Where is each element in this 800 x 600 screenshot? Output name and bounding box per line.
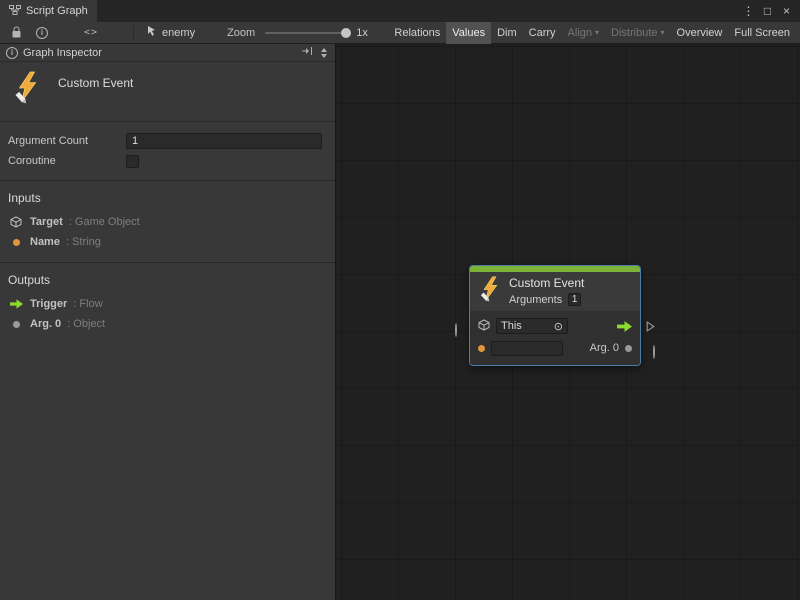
- target-input-port[interactable]: [455, 324, 457, 336]
- maximize-icon[interactable]: □: [760, 4, 775, 18]
- coroutine-checkbox[interactable]: [126, 155, 139, 168]
- custom-event-icon: [478, 276, 502, 306]
- argument-count-row: Argument Count: [0, 131, 335, 151]
- coroutine-row: Coroutine: [0, 151, 335, 171]
- orange-dot: [13, 239, 20, 246]
- chevron-down-icon: ▾: [661, 29, 665, 37]
- outputs-heading: Outputs: [0, 265, 335, 294]
- outputs-section: Outputs Trigger : Flow Arg. 0 : Object: [0, 263, 335, 344]
- flow-arrow-icon: [8, 299, 24, 309]
- node-header-text: Custom Event Arguments 1: [509, 276, 584, 306]
- target-dropdown-value: This: [501, 320, 554, 332]
- relations-button[interactable]: Relations: [388, 22, 446, 44]
- inputs-section: Inputs Target : Game Object Name : Strin…: [0, 181, 335, 262]
- distribute-dropdown-button[interactable]: Distribute ▾: [605, 22, 670, 44]
- io-row-trigger: Trigger : Flow: [0, 294, 335, 314]
- zoom-slider-thumb[interactable]: [341, 28, 351, 38]
- inspector-title: Graph Inspector: [23, 47, 102, 59]
- window-tab-bar: Script Graph ⋮ □ ×: [0, 0, 800, 22]
- code-icon[interactable]: <>: [77, 22, 105, 44]
- close-icon[interactable]: ×: [779, 4, 794, 18]
- argument-count-label: Argument Count: [8, 135, 126, 147]
- object-port-icon[interactable]: [625, 345, 632, 352]
- tab-script-graph[interactable]: Script Graph: [0, 0, 97, 22]
- dock-icon[interactable]: [301, 46, 314, 59]
- cube-icon: [478, 319, 490, 334]
- window-controls: ⋮ □ ×: [741, 0, 800, 22]
- chevron-down-icon: ▾: [595, 29, 599, 37]
- scroll-arrows-icon[interactable]: [319, 48, 329, 58]
- arg0-output-port[interactable]: [653, 346, 655, 358]
- zoom-value: 1x: [356, 27, 368, 39]
- zoom-label: Zoom: [227, 27, 255, 39]
- target-dropdown[interactable]: This ⊙: [496, 318, 568, 334]
- graph-toolbar: i <> enemy Zoom 1x Relations Values Dim …: [0, 22, 800, 44]
- graph-inspector-panel: i Graph Inspector Custom Event Argument …: [0, 44, 336, 600]
- cube-icon: [8, 216, 24, 228]
- node-body: This ⊙ Arg. 0: [470, 311, 640, 365]
- unit-properties: Argument Count Coroutine: [0, 122, 335, 180]
- port-circle-icon: [653, 345, 655, 359]
- values-button[interactable]: Values: [446, 22, 491, 44]
- graph-canvas[interactable]: Custom Event Arguments 1 This ⊙: [337, 44, 800, 600]
- graph-icon: [9, 4, 21, 19]
- node-title: Custom Event: [509, 276, 584, 290]
- down-arrow-icon: [321, 54, 327, 58]
- io-row-arg0: Arg. 0 : Object: [0, 314, 335, 334]
- io-row-target: Target : Game Object: [0, 212, 335, 232]
- flow-arrow-icon: [617, 321, 632, 332]
- unit-title-block: Custom Event: [0, 62, 335, 122]
- object-port-icon: [8, 321, 24, 328]
- lock-icon[interactable]: [4, 22, 29, 44]
- node-row-target: This ⊙: [470, 315, 640, 337]
- node-header[interactable]: Custom Event Arguments 1: [470, 272, 640, 311]
- zoom-slider-track: [265, 32, 351, 34]
- tab-title: Script Graph: [26, 5, 88, 17]
- overview-button[interactable]: Overview: [671, 22, 729, 44]
- graph-name-label: enemy: [162, 27, 195, 39]
- arg0-label: Arg. 0: [590, 342, 619, 354]
- io-row-name: Name : String: [0, 232, 335, 252]
- port-circle-icon: [455, 323, 457, 337]
- dim-button[interactable]: Dim: [491, 22, 523, 44]
- zoom-slider[interactable]: [265, 27, 351, 39]
- scope-target-icon: ⊙: [554, 320, 563, 333]
- up-arrow-icon: [321, 48, 327, 52]
- inspector-header: i Graph Inspector: [0, 44, 335, 62]
- align-dropdown-button[interactable]: Align ▾: [562, 22, 605, 44]
- toolbar-separator: [133, 25, 134, 40]
- info-icon: i: [6, 47, 18, 59]
- inputs-heading: Inputs: [0, 183, 335, 212]
- carry-button[interactable]: Carry: [523, 22, 562, 44]
- custom-event-node[interactable]: Custom Event Arguments 1 This ⊙: [470, 266, 640, 365]
- graph-reference-breadcrumb[interactable]: enemy: [143, 25, 199, 40]
- string-port-icon[interactable]: [478, 345, 485, 352]
- node-subtitle: Arguments 1: [509, 293, 584, 306]
- pointer-icon: [147, 25, 157, 40]
- trigger-output-port[interactable]: [646, 321, 655, 335]
- toolbar-button-group: Relations Values Dim Carry Align ▾ Distr…: [388, 22, 796, 44]
- gray-dot: [13, 321, 20, 328]
- arguments-label: Arguments: [509, 294, 562, 306]
- custom-event-icon: [12, 71, 42, 108]
- info-icon[interactable]: i: [29, 22, 55, 44]
- kebab-menu-icon[interactable]: ⋮: [741, 4, 756, 18]
- name-input-field[interactable]: [491, 341, 563, 356]
- full-screen-button[interactable]: Full Screen: [728, 22, 796, 44]
- arguments-count-field[interactable]: 1: [568, 293, 581, 306]
- string-port-icon: [8, 239, 24, 246]
- coroutine-label: Coroutine: [8, 155, 126, 167]
- unit-title: Custom Event: [58, 76, 133, 90]
- argument-count-input[interactable]: [126, 133, 322, 149]
- node-row-arg0: Arg. 0: [470, 337, 640, 359]
